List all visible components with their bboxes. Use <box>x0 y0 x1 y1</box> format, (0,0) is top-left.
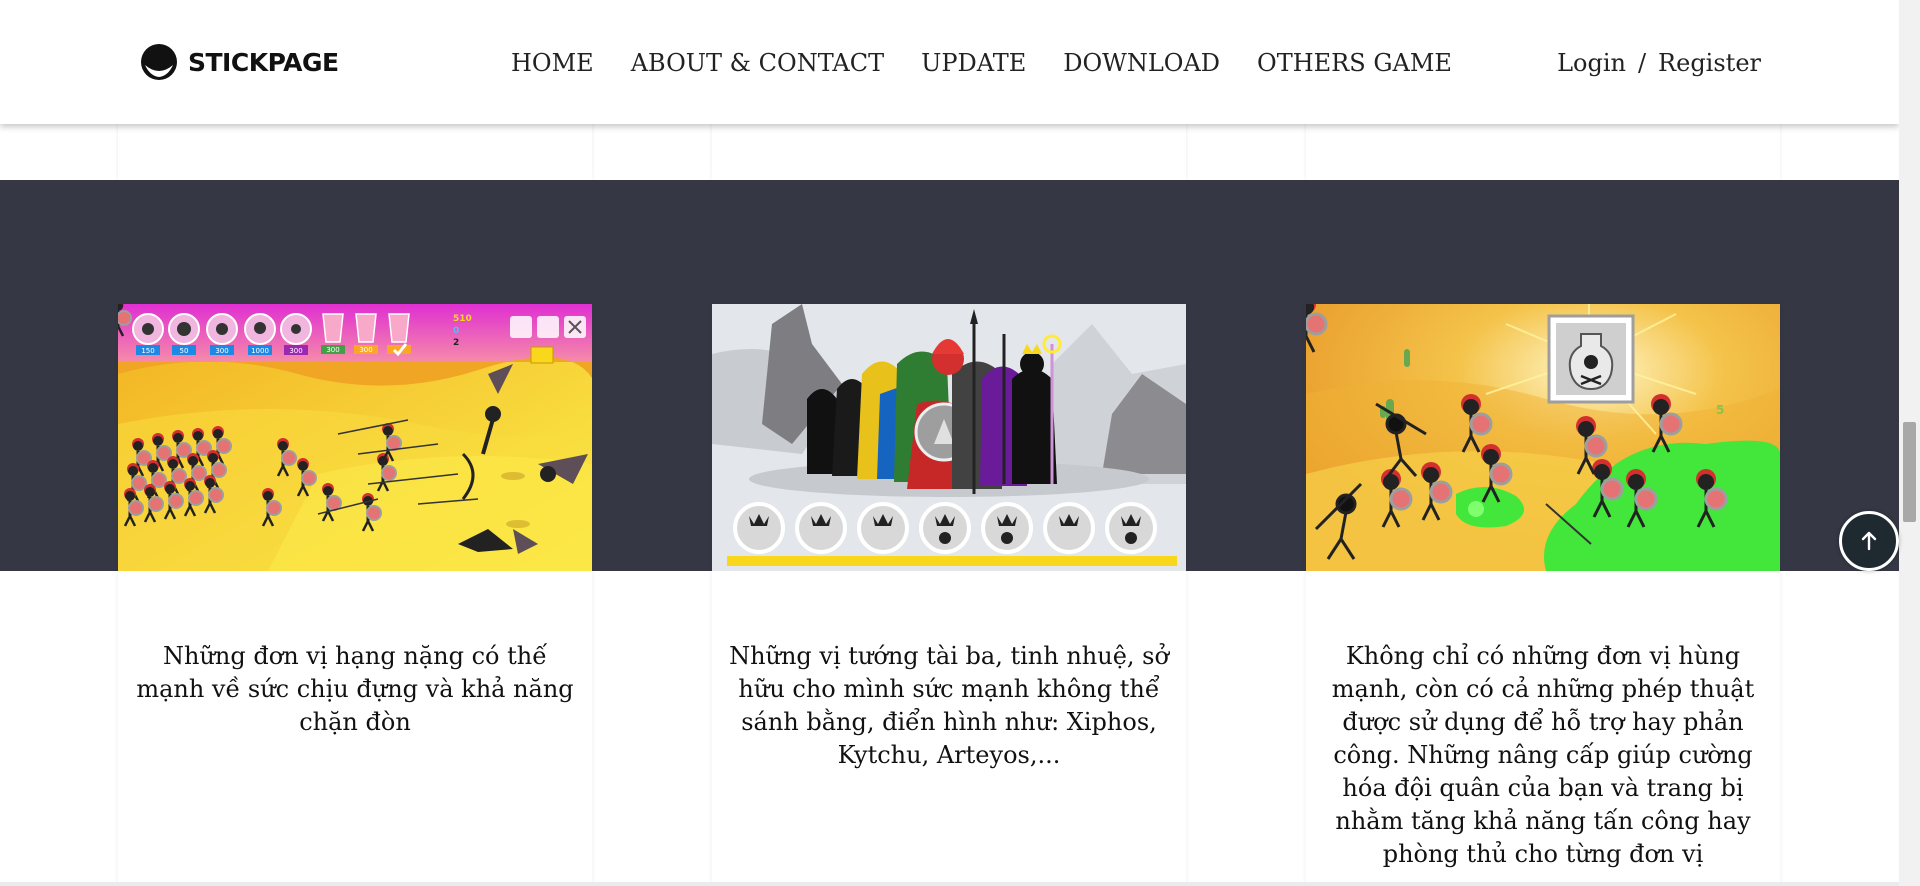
card-description: Những đơn vị hạng nặng có thế mạnh về sứ… <box>136 642 574 736</box>
gem-counter: 0 <box>453 326 459 336</box>
page-scrollbar[interactable] <box>1899 0 1920 886</box>
nav-others-game[interactable]: OTHERS GAME <box>1257 46 1452 80</box>
auth-links: Login / Register <box>1557 46 1761 80</box>
feature-card-spells: 5 Không chỉ có những đơn vị hùng mạnh, c… <box>1306 304 1780 886</box>
site-header: STICKPAGE HOME ABOUT & CONTACT UPDATE DO… <box>0 0 1899 124</box>
card-image-spells[interactable]: 5 <box>1306 304 1780 571</box>
card-description: Những vị tướng tài ba, tinh nhuệ, sở hữu… <box>729 642 1169 769</box>
nav-update[interactable]: UPDATE <box>921 46 1026 80</box>
damage-counter: 5 <box>1716 403 1724 417</box>
nav-download[interactable]: DOWNLOAD <box>1063 46 1220 80</box>
stickman-head-icon <box>141 44 177 80</box>
scrollbar-thumb[interactable] <box>1903 422 1916 522</box>
upgrade-cost-4: 1000 <box>251 347 269 355</box>
arrow-up-icon <box>1861 531 1877 551</box>
feature-card-generals: Những vị tướng tài ba, tinh nhuệ, sở hữu… <box>712 304 1186 886</box>
auth-separator: / <box>1637 49 1647 77</box>
upgrade-cost-7: 300 <box>359 346 372 354</box>
gold-counter: 510 <box>453 314 472 324</box>
unit-counter: 2 <box>453 338 459 348</box>
card-description: Không chỉ có những đơn vị hùng mạnh, còn… <box>1331 642 1755 868</box>
logo-text: STICKPAGE <box>188 47 339 77</box>
footer-edge <box>0 882 1899 886</box>
card-image-generals[interactable] <box>712 304 1186 571</box>
card-image-heavy-units[interactable]: 150 50 300 1000 300 300 300 510 0 2 <box>118 304 592 571</box>
nav-about-contact[interactable]: ABOUT & CONTACT <box>631 46 884 80</box>
nav-home[interactable]: HOME <box>511 46 594 80</box>
upgrade-cost-5: 300 <box>289 347 302 355</box>
upgrade-cost-6: 300 <box>326 346 339 354</box>
login-link[interactable]: Login <box>1557 46 1626 80</box>
feature-card-heavy-units: 150 50 300 1000 300 300 300 510 0 2 Nhữn… <box>118 304 592 886</box>
upgrade-cost-1: 150 <box>141 347 154 355</box>
upgrade-cost-2: 50 <box>180 347 189 355</box>
upgrade-cost-3: 300 <box>215 347 228 355</box>
back-to-top-button[interactable] <box>1839 511 1899 571</box>
page: 150 50 300 1000 300 300 300 510 0 2 Nhữn… <box>0 0 1899 886</box>
site-logo[interactable]: STICKPAGE <box>140 42 339 82</box>
register-link[interactable]: Register <box>1658 46 1761 80</box>
main-nav: HOME ABOUT & CONTACT UPDATE DOWNLOAD OTH… <box>511 46 1489 80</box>
